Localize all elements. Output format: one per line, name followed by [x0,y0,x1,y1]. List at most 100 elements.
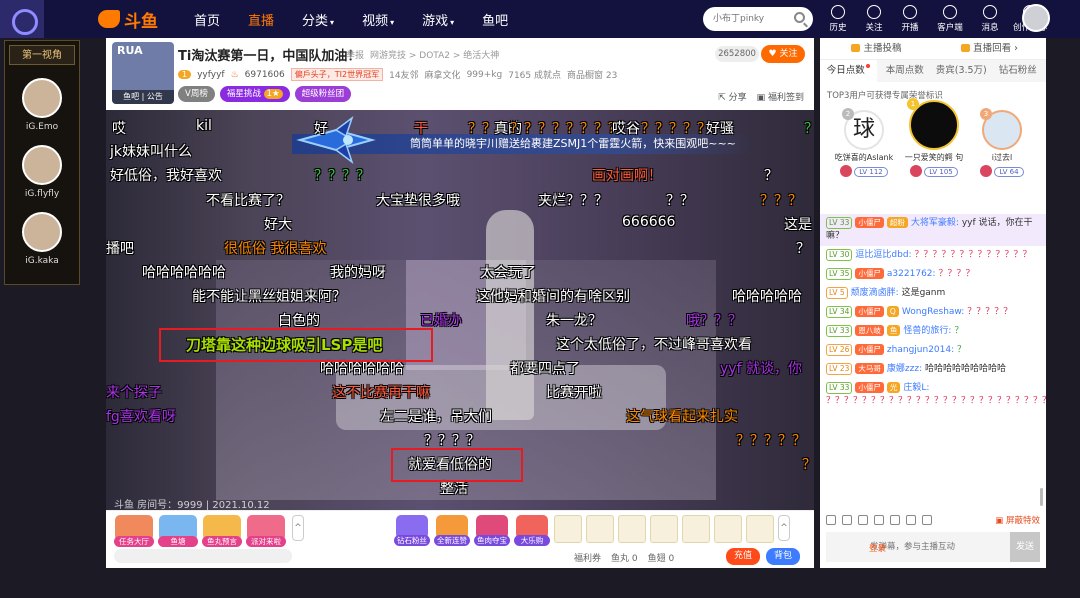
video-player[interactable]: 筒筒单单的晓宇川赠送给裹建ZSMJ1个雷霆火箭，快来围观吧~~~ 斗鱼 房间号：… [106,110,814,510]
login-link[interactable]: 登录 [869,542,886,554]
megaphone-icon[interactable] [874,515,884,525]
play-item-3[interactable]: 大乐购 [514,515,550,546]
chat-username[interactable]: WongReshaw: [902,307,965,317]
fan-title-badge[interactable]: 偏戶头子，TI2世界冠军 [290,68,384,81]
shop-window-link[interactable]: 商品橱窗 23 [567,68,617,81]
first-person-player-2[interactable]: iG.kaka [5,212,79,266]
chat-message[interactable]: LV 30 逗比逗比dbd: ？？？？？？？？？？？？？ [820,246,1046,265]
report-link[interactable]: 举报 [346,48,364,61]
chat-username[interactable]: a3221762: [887,269,936,279]
first-person-player-0[interactable]: iG.Emo [5,78,79,132]
chat-username[interactable]: 庄毅L: [903,383,929,393]
rank-user-name: 一只爱笑的鳄 句 [904,153,964,162]
chat-username[interactable]: 颓废滴卤胖: [851,288,899,298]
sticker-gift-icon[interactable] [714,515,742,543]
activity-item-0[interactable]: 任务大厅 [114,515,154,547]
play-item-1[interactable]: 全新连赞 [434,515,470,546]
gold-bar-gift-icon[interactable] [650,515,678,543]
friends-count[interactable]: 14友邻 [389,68,418,81]
chat-username[interactable]: 康娜zzz: [887,364,922,374]
chat-message-list[interactable]: LV 33 小僵尸 超粉 大将军豪毅: yyf 说话，你在干嘛？ LV 30 逗比逗比db… [820,214,1046,506]
chat-message[interactable]: LV 33 小僵尸光庄毅L: ？？？？？？？？？？？？？？？？？？？？？？？？？？… [820,379,1046,411]
user-avatar[interactable] [1022,4,1050,32]
tab-today-points[interactable]: 今日点数 [820,60,877,82]
activity-item-2[interactable]: 鱼丸预言 [202,515,242,547]
anchor-name[interactable]: yyfyyf [197,70,224,80]
nav-item-2[interactable]: 分类 ▾ [288,10,348,29]
chat-scrollbar[interactable] [1040,488,1043,506]
category-breadcrumb[interactable]: 网游竞技 > DOTA2 > 绝活大神 [370,48,499,61]
first-person-player-1[interactable]: iG.flyfly [5,145,79,199]
backpack-button[interactable]: 背包 [766,548,800,565]
chat-username[interactable]: 怪兽的旅行: [903,326,951,336]
nav-item-0[interactable]: 首页 [180,10,234,29]
tab-vip[interactable]: 贵宾(3.5万) [933,60,990,82]
robot-gift-icon[interactable] [682,515,710,543]
nav-item-5[interactable]: 鱼吧 [468,10,522,29]
chat-username[interactable]: 大将军豪毅: [911,218,959,228]
page-logo-mark[interactable] [0,0,44,38]
lock-icon[interactable] [922,515,932,525]
vip-weekly-rank-pill[interactable]: V周榜 [178,86,215,102]
send-button[interactable]: 发送 [1010,532,1040,562]
top-nav-heart[interactable]: 关注 [860,3,888,33]
danmaku-comment: 666666 [622,214,676,230]
chat-username[interactable]: 逗比逗比dbd: [855,250,911,260]
plane-gift-icon[interactable] [618,515,646,543]
top-nav-monitor[interactable]: 客户端 [932,3,968,33]
chat-message[interactable]: LV 35 小僵尸 a3221762: ？？？？ [820,265,1046,284]
gift-scroll-button[interactable]: ^ [778,515,790,541]
chat-message[interactable]: LV 26 小僵尸 zhangjun2014: ？ [820,341,1046,360]
search-icon[interactable] [794,12,805,23]
sword-gift-icon[interactable] [554,515,582,543]
fan-card-icon[interactable] [890,515,900,525]
top-rank-2[interactable]: 2 球吃饼喜的Aslank LV 112 [830,108,898,177]
sticker-gift-icon[interactable] [746,515,774,543]
welfare-signin-button[interactable]: ▣ 福利签到 [757,90,804,103]
activity-item-3[interactable]: 派对来啦 [246,515,286,547]
chat-message[interactable]: LV 34 小僵尸 Q WongReshaw: ？？？？？ [820,303,1046,322]
super-fans-pill[interactable]: 超级粉丝团 [294,86,352,102]
top-nav-bell[interactable]: 消息 [976,3,1004,33]
message-icon[interactable] [842,515,852,525]
nav-item-1[interactable]: 直播 [234,10,288,29]
top-nav-clock[interactable]: 历史 [824,3,852,33]
nav-item-4[interactable]: 游戏 ▾ [408,10,468,29]
top-rank-3[interactable]: 3 i过去l LV 64 [968,108,1036,177]
activity-scroll-button[interactable]: ^ [292,515,304,541]
nav-item-3[interactable]: 视频 ▾ [348,10,408,29]
tab-anchor-submissions[interactable]: 主播投稿 [820,38,933,59]
lucky-challenge-pill[interactable]: 福星挑战 1★ [219,86,290,102]
chat-username[interactable]: zhangjun2014: [887,345,954,355]
fish-bar-notice-link[interactable]: 鱼吧 | 公告 [112,90,174,104]
top-rank-1[interactable]: 1 一只爱笑的鳄 句 LV 105 [900,98,968,177]
tab-week-points[interactable]: 本周点数 [877,60,934,82]
play-item-0[interactable]: 钻石粉丝 [394,515,430,546]
company-link[interactable]: 麻拿文化 [425,68,461,81]
activity-item-1[interactable]: 鱼塘 [158,515,198,547]
tab-live-replay[interactable]: 直播回看 › [933,38,1046,59]
image-icon[interactable] [906,515,916,525]
search-input[interactable] [703,7,785,31]
chat-message[interactable]: LV 33 恩八岐鱼怪兽的旅行: ？ [820,322,1046,341]
share-button[interactable]: ⇱ 分享 [718,90,746,103]
chat-message[interactable]: LV 33 小僵尸 超粉 大将军豪毅: yyf 说话，你在干嘛？ [820,214,1046,246]
gift-icon[interactable] [858,515,868,525]
chat-message[interactable]: LV 23 大马哥 康娜zzz: 哈哈哈哈哈哈哈哈哈 [820,360,1046,379]
viewer-count: 2652800 [715,46,759,62]
activity-items: 任务大厅 鱼塘 鱼丸预言 派对来啦 [114,515,286,547]
emoji-icon[interactable] [826,515,836,525]
block-effects-toggle[interactable]: ▣ 屏蔽特效 [995,514,1040,526]
chat-message[interactable]: LV 5 颓废滴卤胖: 这是ganm [820,284,1046,303]
douyu-logo[interactable]: 斗鱼 [98,8,158,32]
follow-button[interactable]: ♥ 关注 [761,45,805,63]
anchor-avatar[interactable]: RUA 鱼吧 | 公告 [112,42,174,104]
achievement-points[interactable]: 7165 成就点 [508,68,561,81]
tab-diamond-fans[interactable]: 钻石粉丝 [990,60,1047,82]
rocket-gift-icon[interactable] [586,515,614,543]
welfare-coupon[interactable]: 福利券 [574,551,601,564]
recharge-button[interactable]: 充值 [726,548,760,565]
danmaku-input[interactable] [826,532,1010,562]
top-nav-camera[interactable]: 开播 [896,3,924,33]
play-item-2[interactable]: 鱼肉夺宝 [474,515,510,546]
